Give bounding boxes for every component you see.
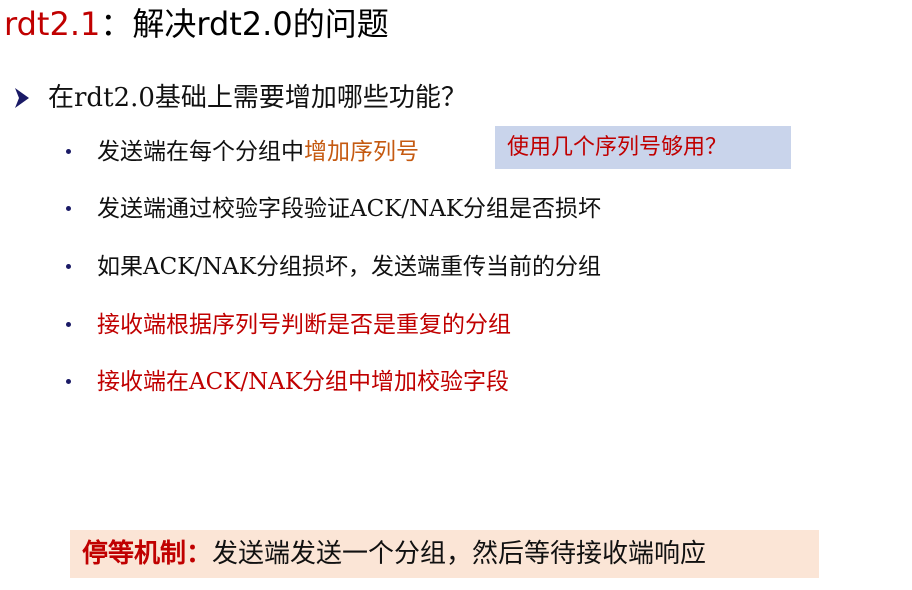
callout-question: 使用几个序列号够用？: [495, 126, 791, 169]
arrowhead-bullet-icon: [15, 88, 29, 108]
dot-bullet-icon: [66, 321, 71, 327]
dot-bullet-icon: [66, 205, 71, 211]
callout-text: 使用几个序列号够用？: [507, 135, 728, 160]
dot-bullet-icon: [66, 148, 71, 154]
footer-note: 停等机制：发送端发送一个分组，然后等待接收端响应: [70, 530, 819, 578]
list-item-text: 如果ACK/NAK分组损坏，发送端重传当前的分组: [97, 254, 602, 280]
slide-title: rdt2.1：解决rdt2.0的问题: [4, 2, 389, 46]
main-bullet: 在rdt2.0基础上需要增加哪些功能？: [14, 80, 467, 116]
list-item-text: 发送端在每个分组中: [97, 139, 304, 165]
list-item: 如果ACK/NAK分组损坏，发送端重传当前的分组: [66, 249, 601, 285]
footer-text: 发送端发送一个分组，然后等待接收端响应: [212, 539, 707, 569]
slide-title-prefix: rdt2.1: [4, 5, 101, 43]
list-item: 接收端在ACK/NAK分组中增加校验字段: [66, 364, 509, 400]
dot-bullet-icon: [66, 263, 71, 269]
dot-bullet-icon: [66, 378, 71, 384]
list-item-text: 发送端通过校验字段验证ACK/NAK分组是否损坏: [97, 196, 602, 222]
list-item-text: 接收端根据序列号判断是否是重复的分组: [97, 312, 511, 338]
list-item-highlight: 增加序列号: [304, 139, 419, 165]
list-item: 发送端通过校验字段验证ACK/NAK分组是否损坏: [66, 191, 601, 227]
list-item-text: 接收端在ACK/NAK分组中增加校验字段: [97, 369, 510, 395]
main-bullet-text: 在rdt2.0基础上需要增加哪些功能？: [48, 83, 467, 113]
footer-label: 停等机制：: [82, 539, 213, 569]
list-item: 接收端根据序列号判断是否是重复的分组: [66, 307, 511, 343]
list-item: 发送端在每个分组中增加序列号: [66, 134, 419, 170]
slide-title-rest: ：解决rdt2.0的问题: [100, 5, 389, 43]
